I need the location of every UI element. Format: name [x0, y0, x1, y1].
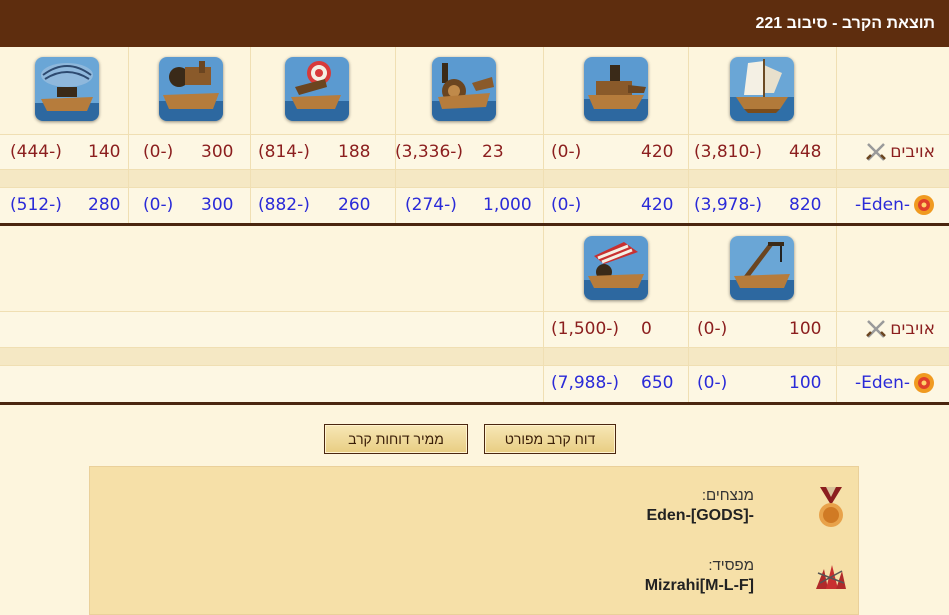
unit-count: 100: [789, 319, 822, 339]
unit-count: 448: [789, 142, 822, 162]
detailed-report-button[interactable]: דוח קרב מפורט: [484, 424, 616, 454]
unit-loss: (814-): [258, 142, 310, 162]
unit-loss: (7,988-): [551, 373, 620, 393]
paddle-wheel-ram-icon: [432, 57, 496, 121]
unit-loss: (512-): [10, 195, 62, 215]
unit-loss: (0-): [143, 142, 174, 162]
unit-loss: (3,810-): [694, 142, 763, 162]
unit-count: 300: [201, 195, 234, 215]
unit-count: 0: [641, 319, 652, 339]
battle-summary-panel: מנצחים: Eden-[GODS]- מפסיד: Mizrahi[M-L-…: [89, 466, 859, 615]
alliance-emblem-icon: [914, 195, 934, 215]
self-row-label: -Eden-: [855, 372, 935, 394]
unit-loss: (3,978-): [694, 195, 763, 215]
fire-ship-icon: [584, 236, 648, 300]
defeated-soldiers-icon: [816, 565, 846, 589]
unit-count: 100: [789, 373, 822, 393]
winners-value: Eden-[GODS]-: [646, 507, 754, 524]
unit-count: 280: [88, 195, 121, 215]
unit-count: 23: [482, 142, 504, 162]
steam-ram-icon: [584, 57, 648, 121]
unit-count: 300: [201, 142, 234, 162]
table-divider: [0, 402, 949, 405]
self-row-label: -Eden-: [855, 194, 935, 216]
rocket-ship-icon: [285, 57, 349, 121]
unit-count: 650: [641, 373, 674, 393]
unit-count: 260: [338, 195, 371, 215]
mortar-ship-icon: [159, 57, 223, 121]
unit-loss: (3,336-): [395, 142, 464, 162]
self-label: -Eden-: [854, 373, 910, 393]
sail-ship-icon: [730, 57, 794, 121]
balloon-carrier-icon: [35, 57, 99, 121]
unit-loss: (444-): [10, 142, 62, 162]
winners-label: מנצחים:: [701, 487, 754, 504]
self-label: -Eden-: [854, 195, 910, 215]
report-converter-button[interactable]: ממיר דוחות קרב: [324, 424, 468, 454]
unit-loss: (882-): [258, 195, 310, 215]
unit-loss: (0-): [697, 319, 728, 339]
unit-loss: (274-): [405, 195, 457, 215]
enemies-label: אויבים: [890, 319, 935, 339]
loser-label: מפסיד:: [708, 557, 754, 574]
medal-icon: [819, 487, 843, 527]
enemies-label: אויבים: [890, 142, 935, 162]
battle-result-title: תוצאת הקרב - סיבוב 221: [0, 0, 949, 47]
unit-count: 420: [641, 142, 674, 162]
unit-count: 188: [338, 142, 371, 162]
unit-count: 420: [641, 195, 674, 215]
unit-count: 140: [88, 142, 121, 162]
enemies-row-label: אויבים: [865, 141, 935, 163]
crane-ship-icon: [730, 236, 794, 300]
unit-loss: (0-): [697, 373, 728, 393]
unit-loss: (0-): [551, 142, 582, 162]
unit-count: 820: [789, 195, 822, 215]
table-divider: [0, 223, 949, 226]
crossed-swords-icon: [866, 320, 887, 338]
enemies-row-label: אויבים: [865, 318, 935, 340]
unit-count: 1,000: [483, 195, 532, 215]
unit-loss: (0-): [551, 195, 582, 215]
loser-value: Mizrahi[M-L-F]: [644, 577, 754, 594]
unit-loss: (1,500-): [551, 319, 620, 339]
alliance-emblem-icon: [914, 373, 934, 393]
crossed-swords-icon: [866, 143, 887, 161]
unit-loss: (0-): [143, 195, 174, 215]
